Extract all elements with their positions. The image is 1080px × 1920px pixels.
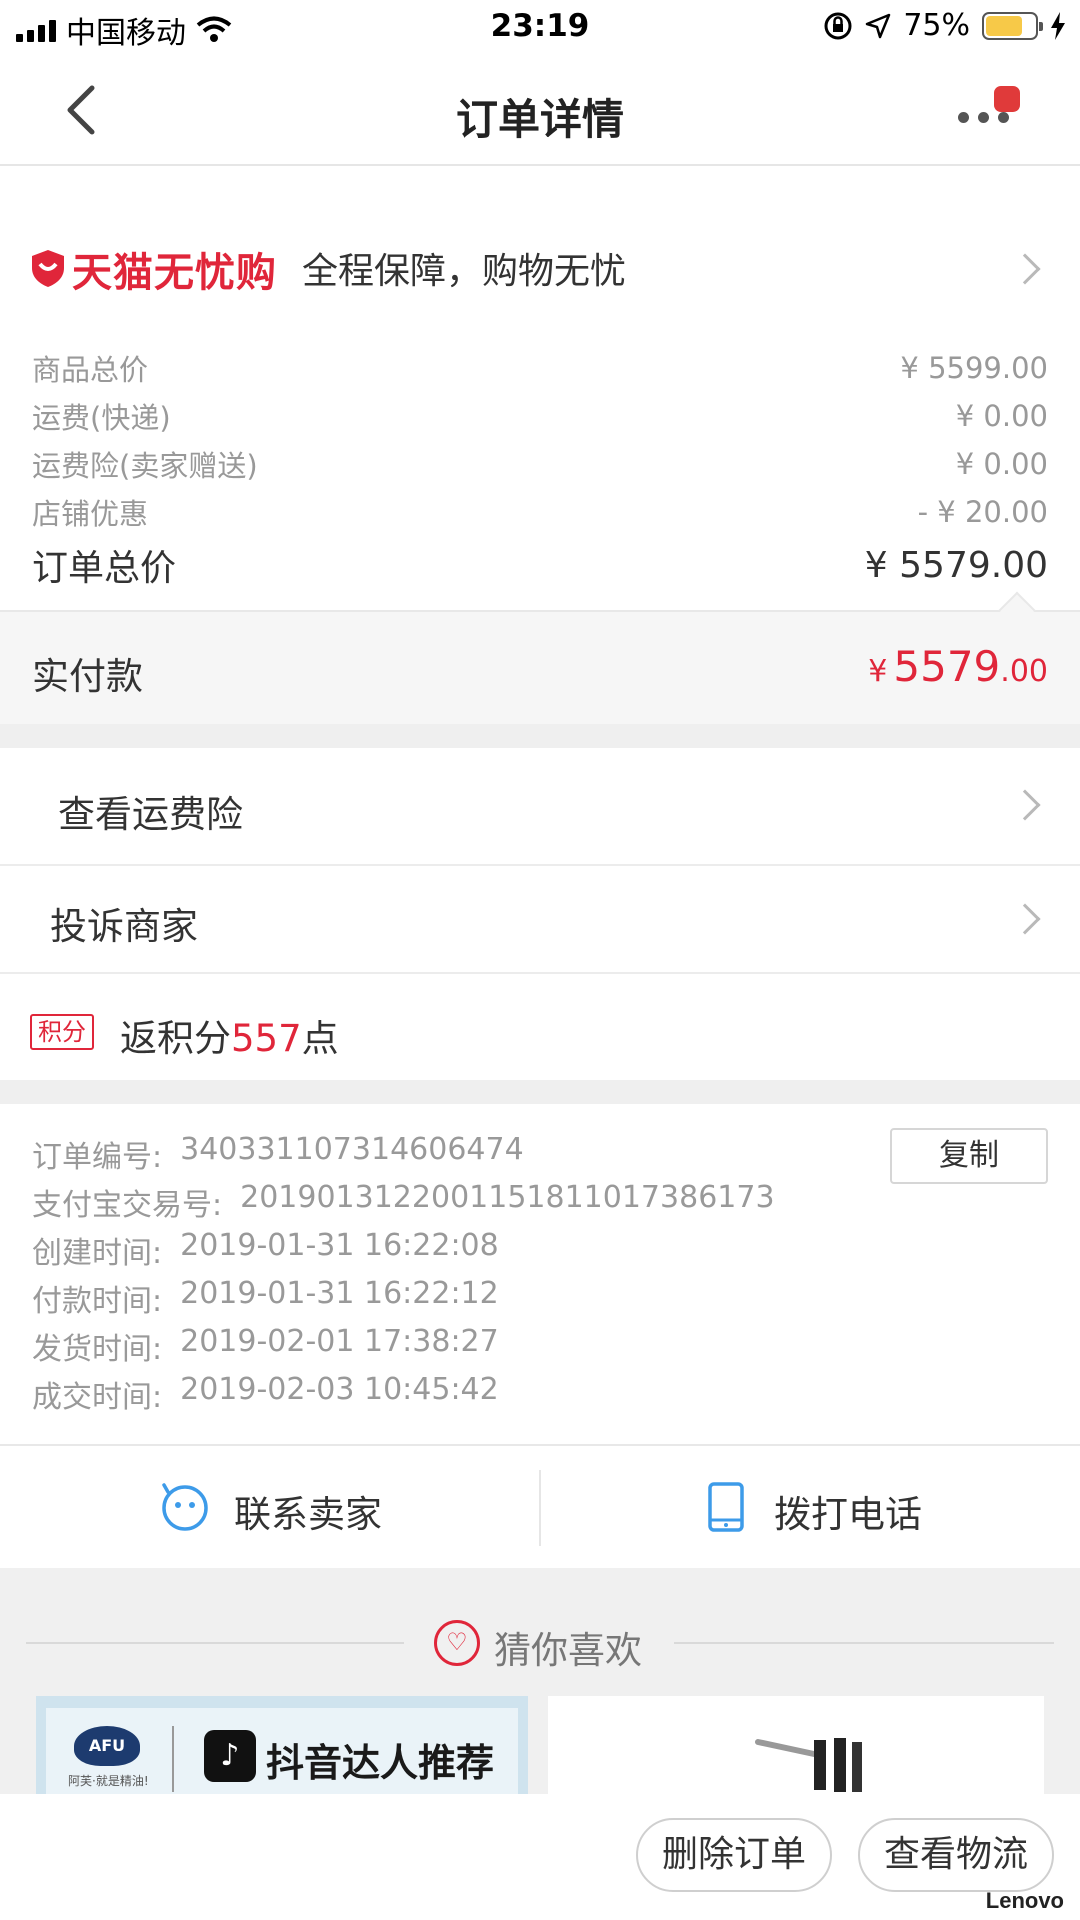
nav-bar: 订单详情 bbox=[0, 56, 1080, 166]
view-shipping-insurance-row[interactable]: 查看运费险 bbox=[0, 748, 1080, 866]
copy-order-number-button[interactable]: 复制 bbox=[890, 1128, 1048, 1184]
price-row: 运费险(卖家赠送) ¥ 0.00 bbox=[32, 447, 1048, 483]
paid-amount: ¥5579.00 bbox=[868, 642, 1048, 691]
tiktok-icon: ♪ bbox=[204, 1730, 256, 1782]
page-title: 订单详情 bbox=[455, 95, 624, 144]
afu-slogan: 阿芙·就是精油! bbox=[68, 1774, 149, 1788]
rotation-lock-icon bbox=[824, 12, 852, 39]
tmall-guarantee-row[interactable]: 天猫无忧购 全程保障，购物无忧 bbox=[0, 228, 1080, 308]
paid-time-line: 付款时间: 2019-01-31 16:22:12 bbox=[32, 1276, 499, 1319]
order-total-label: 订单总价 bbox=[32, 548, 177, 589]
guarantee-text: 全程保障，购物无忧 bbox=[302, 251, 627, 292]
points-text: 返积分557点 bbox=[120, 1017, 339, 1060]
notification-badge bbox=[994, 86, 1020, 112]
guarantee-brand: 天猫无忧购 bbox=[72, 250, 277, 296]
created-time-line: 创建时间: 2019-01-31 16:22:08 bbox=[32, 1228, 499, 1271]
points-row: 积分 返积分557点 bbox=[0, 974, 1080, 1080]
chevron-right-icon bbox=[1009, 789, 1041, 821]
status-bar: 中国移动 23:19 75% bbox=[0, 0, 1080, 56]
price-row: 店铺优惠 - ¥ 20.00 bbox=[32, 495, 1048, 531]
contact-seller-label: 联系卖家 bbox=[234, 1493, 382, 1536]
heart-icon: ♡ bbox=[434, 1620, 480, 1666]
alipay-trade-line: 支付宝交易号: 2019013122001151811017386173 bbox=[32, 1180, 775, 1223]
paid-amount-section: 实付款 ¥5579.00 bbox=[0, 591, 1080, 724]
points-number: 557 bbox=[231, 1017, 302, 1060]
battery-fill bbox=[986, 15, 1022, 36]
price-row: 运费(快递) ¥ 0.00 bbox=[32, 399, 1048, 435]
recommendations: ♡ 猜你喜欢 AFU 阿芙·就是精油! ♪ 抖音达人推荐 bbox=[0, 1568, 1080, 1794]
phone-icon bbox=[708, 1482, 744, 1532]
order-total-value: ¥ 5579.00 bbox=[864, 544, 1048, 586]
mascara-brush-icon bbox=[755, 1738, 862, 1792]
chat-face-icon bbox=[162, 1483, 208, 1531]
contact-seller-button[interactable]: 联系卖家 bbox=[0, 1446, 540, 1570]
lenovo-watermark: Lenovo bbox=[985, 1888, 1064, 1913]
delete-order-button[interactable]: 删除订单 bbox=[636, 1818, 832, 1892]
complain-label: 投诉商家 bbox=[50, 905, 198, 948]
battery-icon bbox=[982, 11, 1043, 40]
charging-bolt-icon bbox=[1051, 11, 1065, 40]
card-banner-text: 抖音达人推荐 bbox=[266, 1741, 495, 1785]
points-tag: 积分 bbox=[30, 1014, 94, 1050]
afu-logo: AFU bbox=[74, 1726, 140, 1766]
bottom-action-bar: 删除订单 查看物流 Lenovo bbox=[0, 1794, 1080, 1920]
product-card[interactable]: AFU 阿芙·就是精油! ♪ 抖音达人推荐 bbox=[36, 1696, 528, 1794]
recommend-title: 猜你喜欢 bbox=[494, 1629, 642, 1672]
more-menu-button[interactable] bbox=[950, 86, 1020, 146]
paid-label: 实付款 bbox=[32, 655, 143, 698]
product-card[interactable] bbox=[548, 1696, 1044, 1794]
completed-time-line: 成交时间: 2019-02-03 10:45:42 bbox=[32, 1372, 499, 1415]
battery-percent: 75% bbox=[903, 8, 970, 43]
call-phone-button[interactable]: 拨打电话 bbox=[540, 1446, 1080, 1570]
view-logistics-button[interactable]: 查看物流 bbox=[858, 1818, 1054, 1892]
shield-icon bbox=[32, 250, 64, 287]
order-number: 340331107314606474 bbox=[180, 1132, 524, 1167]
price-breakdown: 商品总价 ¥ 5599.00 运费(快递) ¥ 0.00 运费险(卖家赠送) ¥ 0.… bbox=[32, 344, 1048, 592]
chevron-right-icon bbox=[1009, 253, 1041, 285]
call-phone-label: 拨打电话 bbox=[774, 1493, 922, 1536]
complain-seller-row[interactable]: 投诉商家 bbox=[0, 866, 1080, 974]
chevron-right-icon bbox=[1009, 903, 1041, 935]
price-row: 商品总价 ¥ 5599.00 bbox=[32, 351, 1048, 387]
shipping-insurance-label: 查看运费险 bbox=[58, 793, 243, 836]
contact-bar: 联系卖家 拨打电话 bbox=[0, 1444, 1080, 1568]
location-arrow-icon bbox=[866, 13, 891, 38]
more-dots-icon bbox=[958, 112, 1009, 123]
status-right: 75% bbox=[823, 8, 1066, 43]
order-total-row: 订单总价 ¥ 5579.00 bbox=[32, 538, 1048, 592]
shipped-time-line: 发货时间: 2019-02-01 17:38:27 bbox=[32, 1324, 499, 1367]
